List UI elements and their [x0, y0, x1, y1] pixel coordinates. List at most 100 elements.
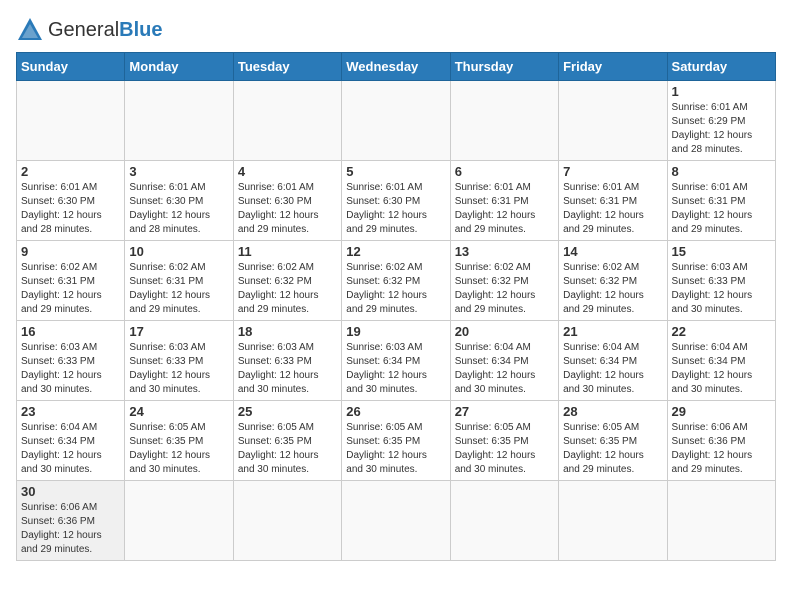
day-number: 29	[672, 404, 771, 419]
calendar-day-cell: 26 Sunrise: 6:05 AM Sunset: 6:35 PM Dayli…	[342, 401, 450, 481]
day-info: Sunrise: 6:04 AM Sunset: 6:34 PM Dayligh…	[672, 341, 771, 397]
day-header-thursday: Thursday	[450, 53, 558, 81]
day-header-saturday: Saturday	[667, 53, 775, 81]
calendar-day-cell: 20Sunrise: 6:04 AM Sunset: 6:34 PM Dayli…	[450, 321, 558, 401]
day-number: 16	[21, 324, 120, 339]
calendar-day-cell	[342, 481, 450, 561]
calendar-day-cell: 19Sunrise: 6:03 AM Sunset: 6:34 PM Dayli…	[342, 321, 450, 401]
calendar-day-cell: 25 Sunrise: 6:05 AM Sunset: 6:35 PM Dayli…	[233, 401, 341, 481]
calendar-day-cell: 13 Sunrise: 6:02 AM Sunset: 6:32 PM Dayli…	[450, 241, 558, 321]
calendar-day-cell: 12Sunrise: 6:02 AM Sunset: 6:32 PM Dayli…	[342, 241, 450, 321]
day-number: 13	[455, 244, 554, 259]
calendar-day-cell: 15 Sunrise: 6:03 AM Sunset: 6:33 PM Dayli…	[667, 241, 775, 321]
calendar-day-cell: 9Sunrise: 6:02 AM Sunset: 6:31 PM Daylig…	[17, 241, 125, 321]
calendar-day-cell: 4 Sunrise: 6:01 AM Sunset: 6:30 PM Daylig…	[233, 161, 341, 241]
calendar-day-cell: 23 Sunrise: 6:04 AM Sunset: 6:34 PM Dayli…	[17, 401, 125, 481]
calendar-week-row: 23 Sunrise: 6:04 AM Sunset: 6:34 PM Dayli…	[17, 401, 776, 481]
day-info: Sunrise: 6:02 AM Sunset: 6:32 PM Dayligh…	[455, 261, 554, 317]
day-number: 30	[21, 484, 120, 499]
day-number: 21	[563, 324, 662, 339]
calendar-day-cell: 16 Sunrise: 6:03 AM Sunset: 6:33 PM Dayli…	[17, 321, 125, 401]
day-info: Sunrise: 6:01 AM Sunset: 6:30 PM Dayligh…	[346, 181, 445, 237]
day-header-tuesday: Tuesday	[233, 53, 341, 81]
calendar-header-row: SundayMondayTuesdayWednesdayThursdayFrid…	[17, 53, 776, 81]
day-number: 14	[563, 244, 662, 259]
day-number: 15	[672, 244, 771, 259]
calendar-day-cell: 24Sunrise: 6:05 AM Sunset: 6:35 PM Dayli…	[125, 401, 233, 481]
day-number: 3	[129, 164, 228, 179]
calendar-day-cell: 27Sunrise: 6:05 AM Sunset: 6:35 PM Dayli…	[450, 401, 558, 481]
day-info: Sunrise: 6:02 AM Sunset: 6:31 PM Dayligh…	[21, 261, 120, 317]
day-header-friday: Friday	[559, 53, 667, 81]
calendar-day-cell: 17Sunrise: 6:03 AM Sunset: 6:33 PM Dayli…	[125, 321, 233, 401]
day-number: 22	[672, 324, 771, 339]
logo-text: GeneralBlue	[48, 19, 163, 42]
day-info: Sunrise: 6:06 AM Sunset: 6:36 PM Dayligh…	[21, 501, 120, 557]
day-info: Sunrise: 6:03 AM Sunset: 6:33 PM Dayligh…	[238, 341, 337, 397]
day-number: 7	[563, 164, 662, 179]
day-number: 6	[455, 164, 554, 179]
day-info: Sunrise: 6:02 AM Sunset: 6:32 PM Dayligh…	[346, 261, 445, 317]
day-info: Sunrise: 6:04 AM Sunset: 6:34 PM Dayligh…	[455, 341, 554, 397]
calendar-day-cell: 30 Sunrise: 6:06 AM Sunset: 6:36 PM Dayli…	[17, 481, 125, 561]
calendar-day-cell: 28 Sunrise: 6:05 AM Sunset: 6:35 PM Dayli…	[559, 401, 667, 481]
calendar-day-cell: 11Sunrise: 6:02 AM Sunset: 6:32 PM Dayli…	[233, 241, 341, 321]
calendar-day-cell	[667, 481, 775, 561]
day-number: 25	[238, 404, 337, 419]
day-number: 10	[129, 244, 228, 259]
day-info: Sunrise: 6:02 AM Sunset: 6:32 PM Dayligh…	[563, 261, 662, 317]
day-number: 1	[672, 84, 771, 99]
calendar-day-cell	[559, 81, 667, 161]
day-info: Sunrise: 6:04 AM Sunset: 6:34 PM Dayligh…	[21, 421, 120, 477]
day-info: Sunrise: 6:05 AM Sunset: 6:35 PM Dayligh…	[346, 421, 445, 477]
day-number: 24	[129, 404, 228, 419]
day-info: Sunrise: 6:04 AM Sunset: 6:34 PM Dayligh…	[563, 341, 662, 397]
day-info: Sunrise: 6:01 AM Sunset: 6:30 PM Dayligh…	[21, 181, 120, 237]
day-info: Sunrise: 6:03 AM Sunset: 6:33 PM Dayligh…	[21, 341, 120, 397]
day-info: Sunrise: 6:05 AM Sunset: 6:35 PM Dayligh…	[563, 421, 662, 477]
calendar-week-row: 1 Sunrise: 6:01 AM Sunset: 6:29 PM Daylig…	[17, 81, 776, 161]
calendar-day-cell	[559, 481, 667, 561]
day-number: 27	[455, 404, 554, 419]
day-info: Sunrise: 6:03 AM Sunset: 6:33 PM Dayligh…	[672, 261, 771, 317]
day-number: 23	[21, 404, 120, 419]
day-info: Sunrise: 6:05 AM Sunset: 6:35 PM Dayligh…	[238, 421, 337, 477]
calendar-day-cell: 1 Sunrise: 6:01 AM Sunset: 6:29 PM Daylig…	[667, 81, 775, 161]
calendar-day-cell	[233, 81, 341, 161]
day-number: 18	[238, 324, 337, 339]
calendar-day-cell: 7 Sunrise: 6:01 AM Sunset: 6:31 PM Daylig…	[559, 161, 667, 241]
day-number: 19	[346, 324, 445, 339]
calendar-day-cell	[342, 81, 450, 161]
day-info: Sunrise: 6:03 AM Sunset: 6:33 PM Dayligh…	[129, 341, 228, 397]
day-info: Sunrise: 6:02 AM Sunset: 6:31 PM Dayligh…	[129, 261, 228, 317]
calendar-day-cell	[17, 81, 125, 161]
day-number: 28	[563, 404, 662, 419]
logo-icon	[16, 16, 44, 44]
calendar-week-row: 2 Sunrise: 6:01 AM Sunset: 6:30 PM Daylig…	[17, 161, 776, 241]
day-number: 8	[672, 164, 771, 179]
logo: GeneralBlue	[16, 16, 163, 44]
day-info: Sunrise: 6:01 AM Sunset: 6:31 PM Dayligh…	[455, 181, 554, 237]
page-header: GeneralBlue	[16, 16, 776, 44]
calendar-day-cell	[450, 81, 558, 161]
calendar-day-cell: 5Sunrise: 6:01 AM Sunset: 6:30 PM Daylig…	[342, 161, 450, 241]
day-info: Sunrise: 6:01 AM Sunset: 6:30 PM Dayligh…	[238, 181, 337, 237]
day-info: Sunrise: 6:01 AM Sunset: 6:30 PM Dayligh…	[129, 181, 228, 237]
calendar-day-cell	[233, 481, 341, 561]
day-header-sunday: Sunday	[17, 53, 125, 81]
day-info: Sunrise: 6:01 AM Sunset: 6:31 PM Dayligh…	[672, 181, 771, 237]
calendar-day-cell	[125, 481, 233, 561]
calendar-day-cell: 22 Sunrise: 6:04 AM Sunset: 6:34 PM Dayli…	[667, 321, 775, 401]
calendar-table: SundayMondayTuesdayWednesdayThursdayFrid…	[16, 52, 776, 561]
calendar-day-cell: 8 Sunrise: 6:01 AM Sunset: 6:31 PM Daylig…	[667, 161, 775, 241]
calendar-week-row: 9Sunrise: 6:02 AM Sunset: 6:31 PM Daylig…	[17, 241, 776, 321]
day-info: Sunrise: 6:01 AM Sunset: 6:31 PM Dayligh…	[563, 181, 662, 237]
day-info: Sunrise: 6:06 AM Sunset: 6:36 PM Dayligh…	[672, 421, 771, 477]
calendar-day-cell: 2 Sunrise: 6:01 AM Sunset: 6:30 PM Daylig…	[17, 161, 125, 241]
calendar-day-cell	[125, 81, 233, 161]
day-number: 2	[21, 164, 120, 179]
day-info: Sunrise: 6:01 AM Sunset: 6:29 PM Dayligh…	[672, 101, 771, 157]
day-header-wednesday: Wednesday	[342, 53, 450, 81]
day-number: 26	[346, 404, 445, 419]
day-number: 4	[238, 164, 337, 179]
